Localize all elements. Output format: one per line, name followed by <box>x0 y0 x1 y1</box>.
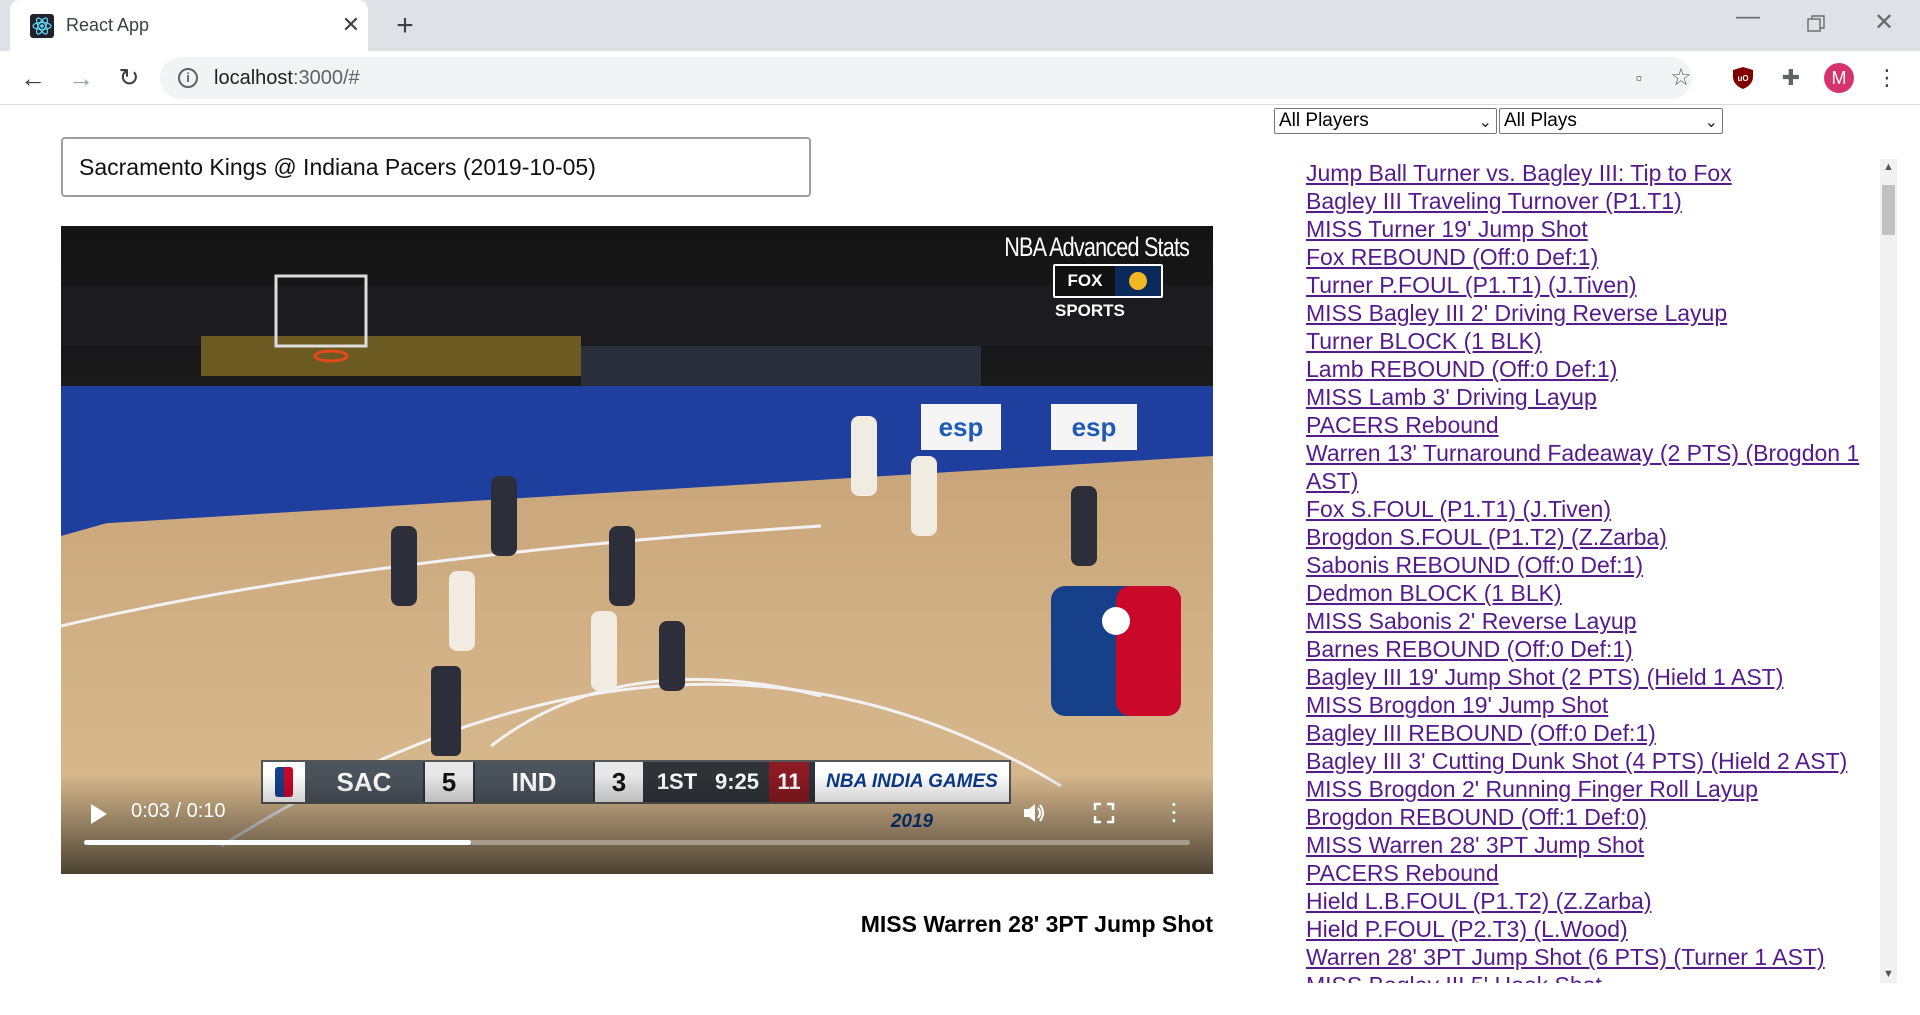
play-link[interactable]: PACERS Rebound <box>1306 411 1886 439</box>
play-link[interactable]: Turner BLOCK (1 BLK) <box>1306 327 1886 355</box>
window-restore-icon[interactable] <box>1798 6 1834 40</box>
scroll-up-icon[interactable]: ▲ <box>1880 159 1897 176</box>
play-link[interactable]: Bagley III 3' Cutting Dunk Shot (4 PTS) … <box>1306 747 1886 775</box>
play-link[interactable]: PACERS Rebound <box>1306 859 1886 887</box>
ublock-shield-icon[interactable]: uO <box>1728 63 1758 93</box>
game-selector[interactable]: Sacramento Kings @ Indiana Pacers (2019-… <box>61 137 811 197</box>
video-progress-fill <box>84 840 472 845</box>
play-link[interactable]: Bagley III Traveling Turnover (P1.T1) <box>1306 187 1886 215</box>
bookmark-star-icon[interactable]: ☆ <box>1668 65 1694 91</box>
video-watermark: NBA Advanced Stats <box>1004 232 1190 262</box>
chevron-down-icon: ⌄ <box>1704 114 1718 131</box>
more-options-icon[interactable]: ⋮ <box>1159 798 1189 828</box>
fullscreen-icon[interactable] <box>1089 798 1119 828</box>
play-link[interactable]: MISS Brogdon 19' Jump Shot <box>1306 691 1886 719</box>
browser-tabstrip: React App ✕ + — ✕ <box>0 0 1920 51</box>
svg-text:esp: esp <box>939 412 984 442</box>
volume-icon[interactable] <box>1019 798 1049 828</box>
video-player[interactable]: esp esp NBA Advanced Stats FOX SPORTS 0:… <box>61 226 1213 874</box>
chevron-down-icon: ⌄ <box>1478 114 1492 131</box>
play-link[interactable]: Fox REBOUND (Off:0 Def:1) <box>1306 243 1886 271</box>
svg-text:esp: esp <box>1072 412 1117 442</box>
browser-menu-icon[interactable]: ⋮ <box>1872 63 1902 93</box>
play-link[interactable]: Fox S.FOUL (P1.T1) (J.Tiven) <box>1306 495 1886 523</box>
play-link[interactable]: Bagley III REBOUND (Off:0 Def:1) <box>1306 719 1886 747</box>
url-path: :3000/# <box>292 67 360 89</box>
reload-icon[interactable]: ↻ <box>112 61 146 95</box>
url-text[interactable]: localhost:3000/# <box>214 67 360 90</box>
profile-avatar[interactable]: M <box>1824 63 1854 93</box>
play-link[interactable]: MISS Sabonis 2' Reverse Layup <box>1306 607 1886 635</box>
forward-arrow-icon[interactable]: → <box>64 61 98 95</box>
scrollbar-thumb[interactable] <box>1882 185 1895 235</box>
current-play-caption: MISS Warren 28' 3PT Jump Shot <box>860 911 1213 937</box>
play-link[interactable]: Bagley III 19' Jump Shot (2 PTS) (Hield … <box>1306 663 1886 691</box>
window-minimize-icon[interactable]: — <box>1730 5 1766 40</box>
play-link[interactable]: Sabonis REBOUND (Off:0 Def:1) <box>1306 551 1886 579</box>
media-blocked-icon[interactable]: ▫ <box>1626 65 1652 91</box>
url-host: localhost <box>214 67 293 89</box>
browser-toolbar: ← → ↻ i localhost:3000/# ▫ ☆ uO ✚ M ⋮ <box>0 51 1920 105</box>
react-icon <box>30 14 54 38</box>
address-bar[interactable]: i localhost:3000/# ▫ ☆ <box>160 57 1692 99</box>
play-link[interactable]: MISS Warren 28' 3PT Jump Shot <box>1306 831 1886 859</box>
play-link[interactable]: MISS Turner 19' Jump Shot <box>1306 215 1886 243</box>
window-close-icon[interactable]: ✕ <box>1866 6 1902 40</box>
scroll-down-icon[interactable]: ▼ <box>1880 966 1897 983</box>
play-link[interactable]: MISS Brogdon 2' Running Finger Roll Layu… <box>1306 775 1886 803</box>
play-link[interactable]: MISS Lamb 3' Driving Layup <box>1306 383 1886 411</box>
video-time: 0:03 / 0:10 <box>131 800 226 822</box>
play-link[interactable]: Brogdon REBOUND (Off:1 Def:0) <box>1306 803 1886 831</box>
broadcaster-logo: FOX SPORTS <box>1053 264 1163 320</box>
plays-filter-select[interactable]: All Plays ⌄ <box>1499 108 1723 134</box>
play-link[interactable]: Brogdon S.FOUL (P1.T2) (Z.Zarba) <box>1306 523 1886 551</box>
browser-tab[interactable]: React App ✕ <box>10 0 368 51</box>
tab-title: React App <box>66 15 150 35</box>
svg-text:uO: uO <box>1737 74 1748 83</box>
new-tab-button[interactable]: + <box>388 10 422 44</box>
play-link[interactable]: Barnes REBOUND (Off:0 Def:1) <box>1306 635 1886 663</box>
extensions-puzzle-icon[interactable]: ✚ <box>1776 63 1806 93</box>
broadcaster-logo-text: FOX SPORTS <box>1055 266 1125 320</box>
play-link[interactable]: Dedmon BLOCK (1 BLK) <box>1306 579 1886 607</box>
play-link[interactable]: Hield L.B.FOUL (P1.T2) (Z.Zarba) <box>1306 887 1886 915</box>
play-link[interactable]: Warren 28' 3PT Jump Shot (6 PTS) (Turner… <box>1306 943 1886 971</box>
video-progress-bar[interactable] <box>84 840 1190 845</box>
tab-close-icon[interactable]: ✕ <box>338 12 364 38</box>
plays-list: Jump Ball Turner vs. Bagley III: Tip to … <box>1306 159 1886 983</box>
plays-filter-value: All Plays <box>1504 110 1577 131</box>
play-link[interactable]: MISS Bagley III 2' Driving Reverse Layup <box>1306 299 1886 327</box>
play-icon[interactable] <box>91 804 107 824</box>
play-link[interactable]: Warren 13' Turnaround Fadeaway (2 PTS) (… <box>1306 439 1886 495</box>
play-link[interactable]: MISS Bagley III 5' Hook Shot <box>1306 971 1886 983</box>
play-link[interactable]: Lamb REBOUND (Off:0 Def:1) <box>1306 355 1886 383</box>
play-link[interactable]: Hield P.FOUL (P2.T3) (L.Wood) <box>1306 915 1886 943</box>
site-info-icon[interactable]: i <box>178 68 198 88</box>
players-filter-select[interactable]: All Players ⌄ <box>1274 108 1497 134</box>
players-filter-value: All Players <box>1279 110 1369 131</box>
play-link[interactable]: Jump Ball Turner vs. Bagley III: Tip to … <box>1306 159 1886 187</box>
plays-list-scrollbar[interactable]: ▲ ▼ <box>1880 159 1897 983</box>
play-link[interactable]: Turner P.FOUL (P1.T1) (J.Tiven) <box>1306 271 1886 299</box>
pacers-logo-icon <box>1115 266 1161 296</box>
back-arrow-icon[interactable]: ← <box>16 61 50 95</box>
